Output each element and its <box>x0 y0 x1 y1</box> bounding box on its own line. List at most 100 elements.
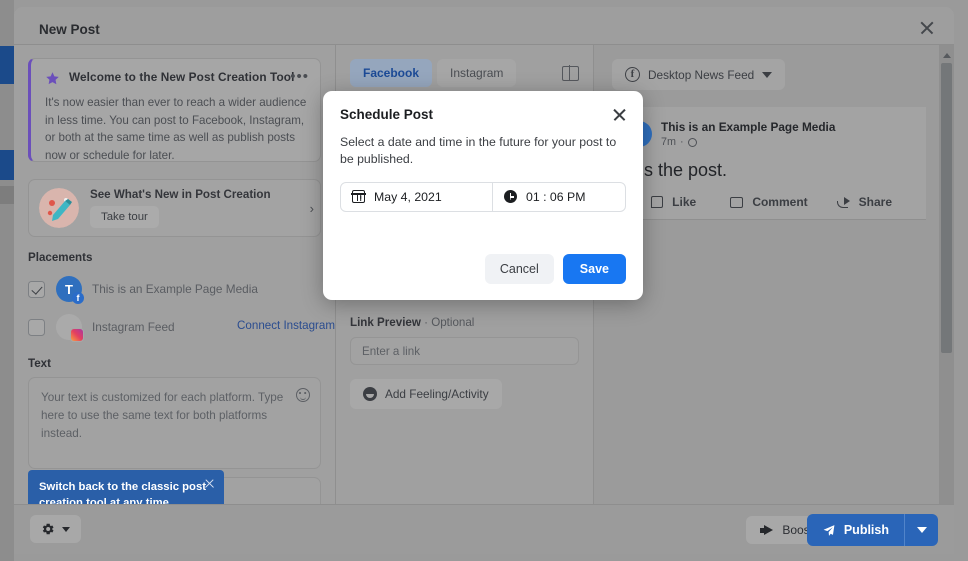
settings-button[interactable] <box>30 515 81 543</box>
scrollbar-thumb[interactable] <box>941 63 952 353</box>
tab-facebook[interactable]: Facebook <box>350 59 433 87</box>
caret-down-icon <box>916 527 927 533</box>
chevron-right-icon[interactable]: › <box>310 201 314 216</box>
welcome-card: Welcome to the New Post Creation Tool ••… <box>28 58 321 162</box>
welcome-title: Welcome to the New Post Creation Tool <box>69 70 295 84</box>
megaphone-icon <box>760 524 774 536</box>
publish-dropdown-button[interactable] <box>904 514 938 546</box>
close-icon[interactable] <box>612 107 627 122</box>
globe-icon <box>687 137 697 147</box>
comment-label: Comment <box>752 195 808 209</box>
facebook-icon: f <box>625 67 640 82</box>
app-root: New Post Welcome to the New Post Creatio… <box>0 0 968 561</box>
placement-checkbox-facebook[interactable] <box>28 280 45 298</box>
welcome-body: It's now easier than ever to reach a wid… <box>45 96 307 162</box>
placement-row-facebook[interactable]: T This is an Example Page Media <box>28 276 321 304</box>
avatar: T <box>56 276 84 304</box>
add-feeling-label: Add Feeling/Activity <box>385 387 489 401</box>
separator: · <box>680 136 684 148</box>
modal-title: Schedule Post <box>340 107 434 122</box>
text-label: Text <box>28 357 51 370</box>
date-value: May 4, 2021 <box>374 189 442 204</box>
placement-checkbox-instagram[interactable] <box>28 318 45 336</box>
center-form: Get Messages Link Preview · Optional Ent… <box>350 283 579 409</box>
preview-panel: f Desktop News Feed This is an Example P… <box>594 45 954 554</box>
save-button[interactable]: Save <box>562 254 626 284</box>
comment-button[interactable]: Comment <box>721 195 816 209</box>
welcome-header: Welcome to the New Post Creation Tool <box>45 70 308 86</box>
comment-icon <box>730 196 744 208</box>
add-feeling-activity-button[interactable]: Add Feeling/Activity <box>350 379 502 409</box>
link-preview-title: Link Preview <box>350 316 421 329</box>
link-preview-optional: · Optional <box>420 316 475 329</box>
schedule-post-modal: Schedule Post Select a date and time in … <box>323 91 643 300</box>
scroll-up-icon[interactable] <box>939 48 954 63</box>
footer-toolbar: Boost Publish <box>14 504 954 554</box>
placements-label: Placements <box>28 251 93 264</box>
ellipsis-icon[interactable]: ••• <box>290 69 309 84</box>
modal-description: Select a date and time in the future for… <box>340 135 617 167</box>
publish-label: Publish <box>843 523 889 537</box>
take-tour-button[interactable]: Take tour <box>90 206 159 228</box>
thumbs-up-icon <box>651 196 664 208</box>
post-page-name: This is an Example Page Media <box>661 120 836 134</box>
share-button[interactable]: Share <box>817 195 912 209</box>
avatar <box>56 314 84 342</box>
feed-selector[interactable]: f Desktop News Feed <box>612 59 786 90</box>
paper-plane-icon <box>823 524 835 536</box>
post-text: s is the post. <box>626 160 728 180</box>
modal-actions: Cancel Save <box>484 254 626 284</box>
tour-title: See What's New in Post Creation <box>90 188 271 201</box>
background-strip <box>0 46 14 84</box>
close-icon[interactable] <box>204 478 215 489</box>
date-field[interactable]: May 4, 2021 <box>341 182 493 211</box>
publish-button[interactable]: Publish <box>806 514 904 546</box>
time-field[interactable]: 01 : 06 PM <box>493 183 596 211</box>
text-input[interactable]: Your text is customized for each platfor… <box>28 377 321 469</box>
split-layout-icon[interactable] <box>562 65 579 81</box>
post-time: 7m <box>661 136 676 148</box>
calendar-icon <box>351 190 366 204</box>
preview-scrollbar[interactable] <box>939 45 954 554</box>
tour-content: See What's New in Post Creation Take tou… <box>90 188 310 228</box>
datetime-row: May 4, 2021 01 : 06 PM <box>340 181 626 212</box>
background-left-column <box>0 0 14 561</box>
clock-icon <box>504 190 517 204</box>
post-identity: This is an Example Page Media 7m · <box>661 120 835 148</box>
star-icon <box>46 72 59 85</box>
tab-instagram[interactable]: Instagram <box>437 59 517 87</box>
time-value: 01 : 06 PM <box>526 189 586 204</box>
page-title: New Post <box>39 22 100 37</box>
link-placeholder: Enter a link <box>362 344 420 358</box>
cancel-button[interactable]: Cancel <box>484 254 554 284</box>
link-input[interactable]: Enter a link <box>350 337 579 365</box>
share-icon <box>836 196 850 208</box>
left-panel: Welcome to the New Post Creation Tool ••… <box>14 45 336 554</box>
background-strip <box>0 150 14 180</box>
publish-button-group: Publish <box>806 514 938 546</box>
caret-down-icon <box>762 71 773 78</box>
placement-name-instagram: Instagram Feed <box>92 320 175 334</box>
like-label: Like <box>672 195 697 209</box>
tour-card: See What's New in Post Creation Take tou… <box>28 179 321 237</box>
background-strip <box>0 186 14 204</box>
link-preview-label: Link Preview · Optional <box>350 316 579 329</box>
smiley-face-icon <box>363 387 377 401</box>
connect-instagram-link[interactable]: Connect Instagram <box>237 319 335 332</box>
post-header: This is an Example Page Media 7m · <box>626 120 912 148</box>
share-label: Share <box>858 195 892 209</box>
smiley-icon[interactable] <box>296 388 310 402</box>
platform-tabs: Facebook Instagram <box>350 59 579 87</box>
placement-name-facebook: This is an Example Page Media <box>92 282 258 296</box>
tour-illustration-icon <box>39 188 79 228</box>
caret-down-icon <box>62 526 70 532</box>
placement-row-instagram[interactable]: Instagram Feed Connect Instagram <box>28 314 335 342</box>
post-actions: Like Comment Share <box>626 195 912 209</box>
gear-icon <box>41 522 55 536</box>
post-preview: This is an Example Page Media 7m · s is … <box>612 107 926 220</box>
window-titlebar: New Post <box>14 7 954 45</box>
post-meta: 7m · <box>661 136 835 148</box>
feed-selector-label: Desktop News Feed <box>648 67 755 82</box>
text-placeholder: Your text is customized for each platfor… <box>41 391 284 440</box>
close-icon[interactable] <box>918 19 936 37</box>
